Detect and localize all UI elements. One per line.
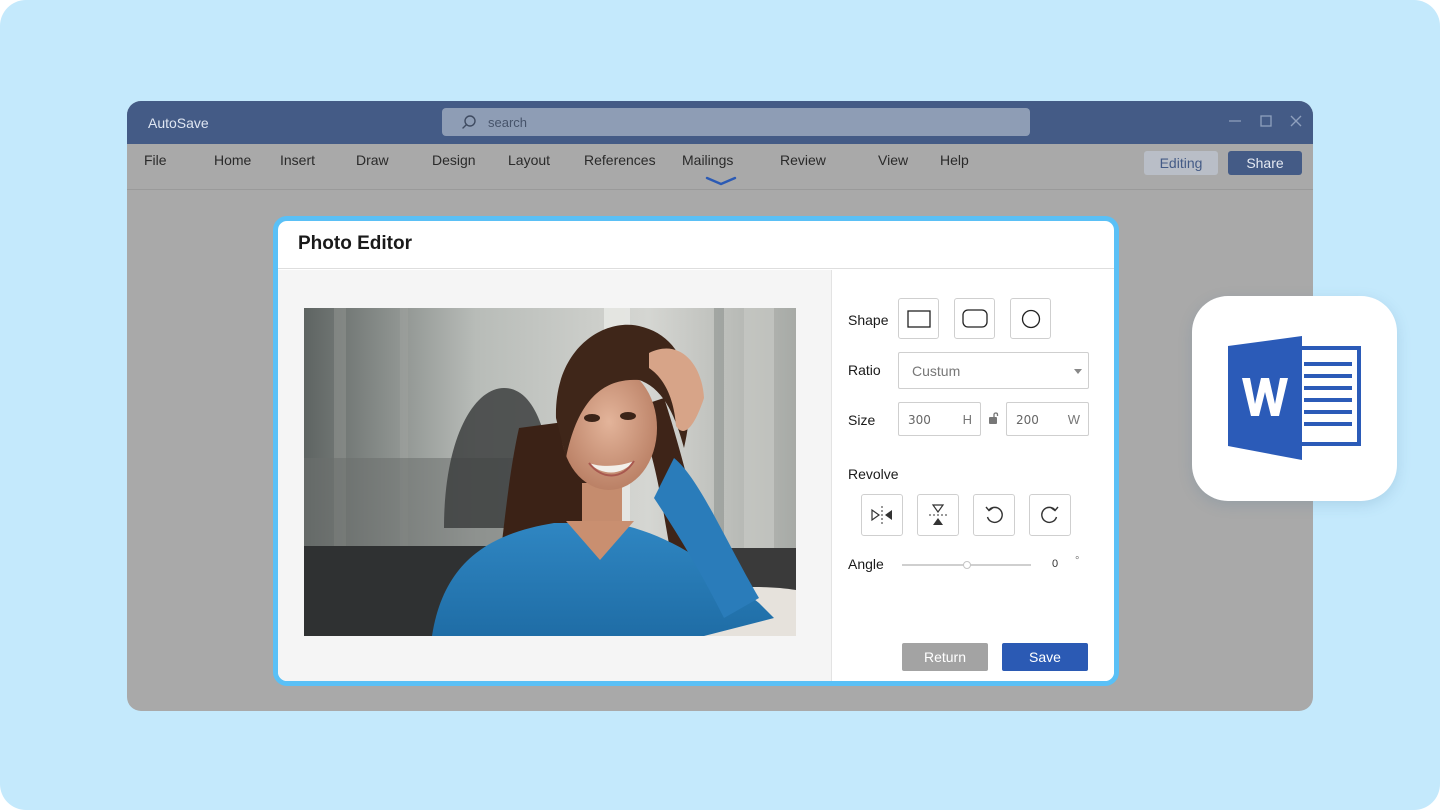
- angle-value: 0: [1052, 558, 1059, 570]
- rotate-left-button[interactable]: [973, 494, 1015, 536]
- shape-rounded-button[interactable]: [954, 298, 995, 339]
- angle-slider-thumb[interactable]: [962, 561, 971, 569]
- rectangle-icon: [906, 309, 931, 328]
- menu-design[interactable]: Design: [432, 152, 476, 168]
- menu-insert[interactable]: Insert: [280, 152, 315, 168]
- share-button[interactable]: Share: [1228, 151, 1302, 175]
- degree-symbol: °: [1075, 555, 1080, 567]
- rotate-left-icon: [985, 506, 1003, 524]
- dialog-title: Photo Editor: [298, 233, 412, 254]
- size-width-unit: W: [1067, 412, 1080, 427]
- image-preview-area: [278, 270, 831, 681]
- ratio-select-value: Custum: [912, 363, 961, 379]
- unlock-icon[interactable]: [988, 411, 1000, 425]
- rounded-rectangle-icon: [961, 309, 988, 328]
- ratio-select[interactable]: Custum: [898, 352, 1089, 389]
- menu-view[interactable]: View: [878, 152, 908, 168]
- rotate-right-icon: [1041, 506, 1059, 524]
- flip-vertical-icon: [929, 504, 947, 525]
- close-icon[interactable]: [1288, 113, 1304, 129]
- minimize-icon[interactable]: [1227, 113, 1243, 129]
- word-app-tile: [1192, 296, 1397, 501]
- return-button[interactable]: Return: [902, 643, 988, 671]
- menu-draw[interactable]: Draw: [356, 152, 389, 168]
- ribbon-menu: File Home Insert Draw Design Layout Refe…: [127, 144, 1313, 190]
- search-input[interactable]: [488, 108, 1008, 136]
- size-height-input[interactable]: 300 H: [898, 402, 981, 436]
- photo-preview: [304, 308, 796, 636]
- menu-layout[interactable]: Layout: [508, 152, 550, 168]
- title-bar: AutoSave: [127, 101, 1313, 144]
- flip-horizontal-icon: [871, 506, 892, 524]
- search-icon: [462, 115, 476, 129]
- search-box[interactable]: [442, 108, 1030, 136]
- settings-panel: Shape Ratio Custum Size 300 H 200 W Revo…: [831, 270, 1114, 681]
- flip-vertical-button[interactable]: [917, 494, 959, 536]
- size-height-unit: H: [962, 412, 972, 427]
- menu-file[interactable]: File: [144, 152, 167, 168]
- size-label: Size: [848, 412, 876, 428]
- caret-down-icon: [1074, 369, 1082, 374]
- editing-button[interactable]: Editing: [1144, 151, 1218, 175]
- shape-label: Shape: [848, 312, 889, 328]
- menu-help[interactable]: Help: [940, 152, 969, 168]
- circle-icon: [1021, 309, 1040, 328]
- background-canvas: AutoSave File Home Insert: [0, 0, 1440, 810]
- autosave-label: AutoSave: [148, 115, 209, 131]
- menu-review[interactable]: Review: [780, 152, 826, 168]
- save-button[interactable]: Save: [1002, 643, 1088, 671]
- rotate-right-button[interactable]: [1029, 494, 1071, 536]
- size-width-value: 200: [1016, 413, 1039, 427]
- photo-editor-dialog: Photo Editor Shape Ratio Custum Size 300…: [273, 216, 1119, 686]
- maximize-icon[interactable]: [1258, 113, 1274, 129]
- menu-home[interactable]: Home: [214, 152, 251, 168]
- menu-references[interactable]: References: [584, 152, 656, 168]
- menu-mailings[interactable]: Mailings: [682, 152, 733, 168]
- size-width-input[interactable]: 200 W: [1006, 402, 1089, 436]
- shape-circle-button[interactable]: [1010, 298, 1051, 339]
- ratio-label: Ratio: [848, 362, 881, 378]
- size-height-value: 300: [908, 413, 931, 427]
- shape-rectangle-button[interactable]: [898, 298, 939, 339]
- angle-label: Angle: [848, 556, 884, 572]
- revolve-label: Revolve: [848, 466, 899, 482]
- word-logo-icon: [1228, 336, 1361, 460]
- flip-horizontal-button[interactable]: [861, 494, 903, 536]
- chevron-down-icon: [705, 176, 737, 186]
- dialog-header: Photo Editor: [278, 221, 1114, 269]
